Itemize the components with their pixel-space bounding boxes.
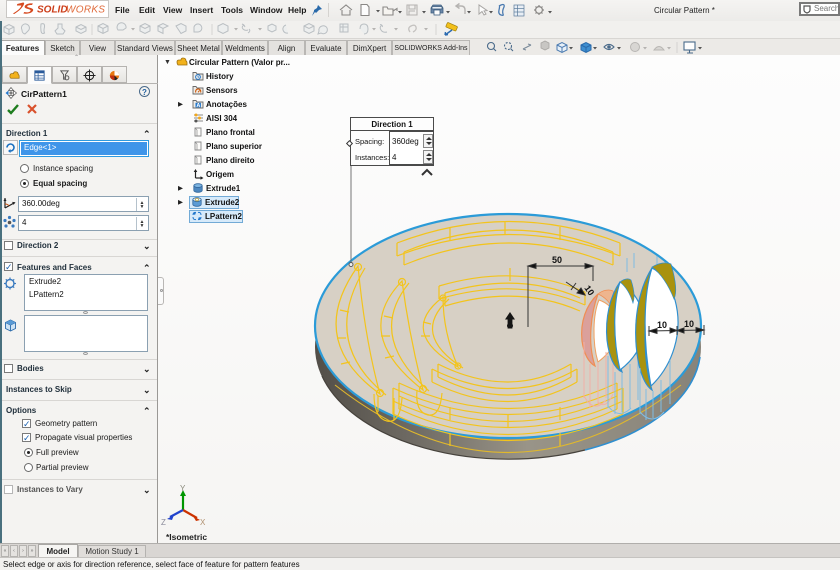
svg-text:A: A — [196, 103, 200, 109]
svg-text:50: 50 — [552, 255, 562, 265]
svg-text:Z: Z — [161, 518, 166, 527]
svg-text:WORKS: WORKS — [66, 5, 105, 16]
svg-text:Y: Y — [180, 484, 186, 493]
svg-text:SOLID: SOLID — [37, 5, 68, 16]
svg-text:10: 10 — [657, 320, 667, 330]
svg-text:X: X — [200, 518, 206, 527]
svg-text:10: 10 — [684, 319, 694, 329]
